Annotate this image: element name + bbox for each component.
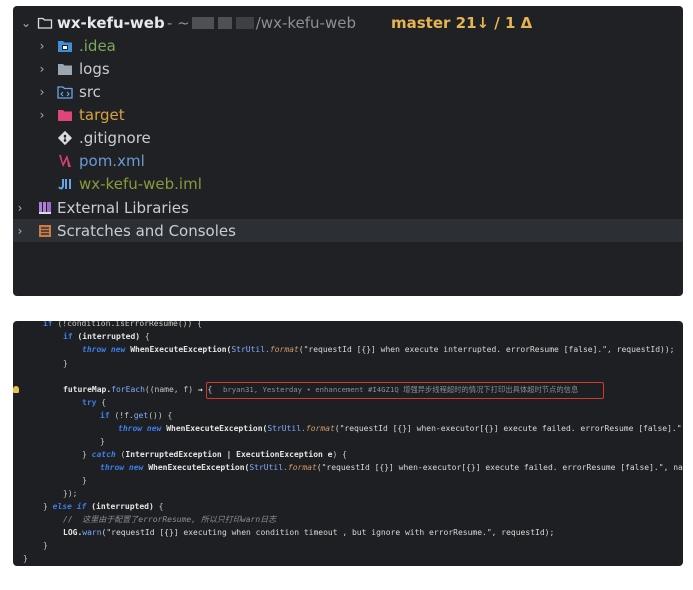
code-line: throw new WhenExecuteException(StrUtil.f… (100, 463, 683, 472)
redacted-block (217, 17, 232, 29)
chevron-right-icon[interactable]: › (37, 85, 47, 99)
code-line: LOG.warn("requestId [{}] executing when … (63, 528, 555, 537)
code-line: throw new WhenExecuteException(StrUtil.f… (82, 345, 675, 354)
tree-item-label: Scratches and Consoles (57, 221, 236, 240)
code-line: if (!f.get()) { (100, 411, 173, 420)
code-line: futureMap.forEach((name, f) → { (63, 385, 213, 394)
code-line: } else if (interrupted) { (43, 502, 164, 511)
root-path-suffix: /wx-kefu-web (255, 13, 356, 32)
code-line: try { (82, 398, 107, 407)
chevron-down-icon[interactable]: ⌄ (21, 16, 31, 30)
tree-item-src[interactable]: › src (13, 80, 683, 103)
code-editor-panel[interactable]: if (!condition.isErrorResume()) { if (in… (13, 321, 683, 566)
tree-item-pom[interactable]: pom.xml (13, 149, 683, 172)
chevron-right-icon[interactable]: › (37, 62, 47, 76)
chevron-right-icon[interactable]: › (15, 201, 25, 215)
folder-excluded-icon (58, 110, 72, 121)
code-line: } (100, 437, 105, 446)
scratches-icon (39, 225, 51, 237)
tree-item-label: src (79, 82, 101, 101)
code-line: } (23, 554, 28, 563)
chevron-right-icon[interactable]: › (37, 108, 47, 122)
tree-item-label: pom.xml (79, 151, 145, 170)
code-line: }); (63, 489, 78, 498)
tree-root-row[interactable]: ⌄ wx-kefu-web - ~ /wx-kefu-web master 21↓… (13, 11, 683, 34)
tree-item-logs[interactable]: › logs (13, 57, 683, 80)
tree-item-label: wx-kefu-web.iml (79, 174, 202, 193)
redacted-block (191, 17, 214, 29)
git-icon (57, 130, 73, 146)
root-path: - ~ /wx-kefu-web (167, 14, 356, 32)
root-project-name: wx-kefu-web (57, 13, 165, 32)
folder-idea-icon (58, 41, 72, 52)
chevron-right-icon[interactable]: › (15, 224, 25, 238)
tree-item-external-libraries[interactable]: › External Libraries (13, 196, 683, 219)
tree-item-iml[interactable]: wx-kefu-web.iml (13, 172, 683, 195)
tree-item-label: .gitignore (79, 128, 151, 147)
tree-item-label: logs (79, 59, 110, 78)
tree-item-label: External Libraries (57, 198, 189, 217)
folder-source-icon (57, 86, 73, 99)
git-branch-status: master 21↓ / 1 Δ (391, 13, 533, 32)
lightbulb-icon[interactable] (13, 386, 19, 393)
code-line: } (82, 476, 87, 485)
library-icon (39, 202, 51, 214)
tree-item-target[interactable]: › target (13, 103, 683, 126)
code-line: if (interrupted) { (63, 332, 150, 341)
code-line: } (43, 541, 48, 550)
code-line: } catch (InterruptedException | Executio… (82, 450, 347, 459)
folder-outline-icon (37, 17, 53, 29)
root-path-prefix: - ~ (167, 13, 190, 32)
redacted-block (235, 17, 254, 29)
iml-module-icon (58, 179, 71, 190)
folder-icon (58, 64, 72, 75)
tree-item-idea[interactable]: › .idea (13, 34, 683, 57)
code-comment: // 这里由于配置了errorResume, 所以只打印warn日志 (63, 515, 277, 524)
git-blame-annotation: bryan31, Yesterday • enhancement #I4GZ1Q… (223, 385, 579, 394)
tree-item-label: target (79, 105, 125, 124)
project-tree-panel: ⌄ wx-kefu-web - ~ /wx-kefu-web master 21↓… (13, 6, 683, 296)
code-line: if (!condition.isErrorResume()) { (43, 321, 202, 328)
tree-item-scratches[interactable]: › Scratches and Consoles (13, 219, 683, 242)
tree-item-label: .idea (79, 36, 116, 55)
tree-item-gitignore[interactable]: .gitignore (13, 126, 683, 149)
code-line: } (63, 359, 68, 368)
maven-icon (59, 155, 71, 167)
chevron-right-icon[interactable]: › (37, 39, 47, 53)
code-line: throw new WhenExecuteException(StrUtil.f… (118, 424, 683, 433)
